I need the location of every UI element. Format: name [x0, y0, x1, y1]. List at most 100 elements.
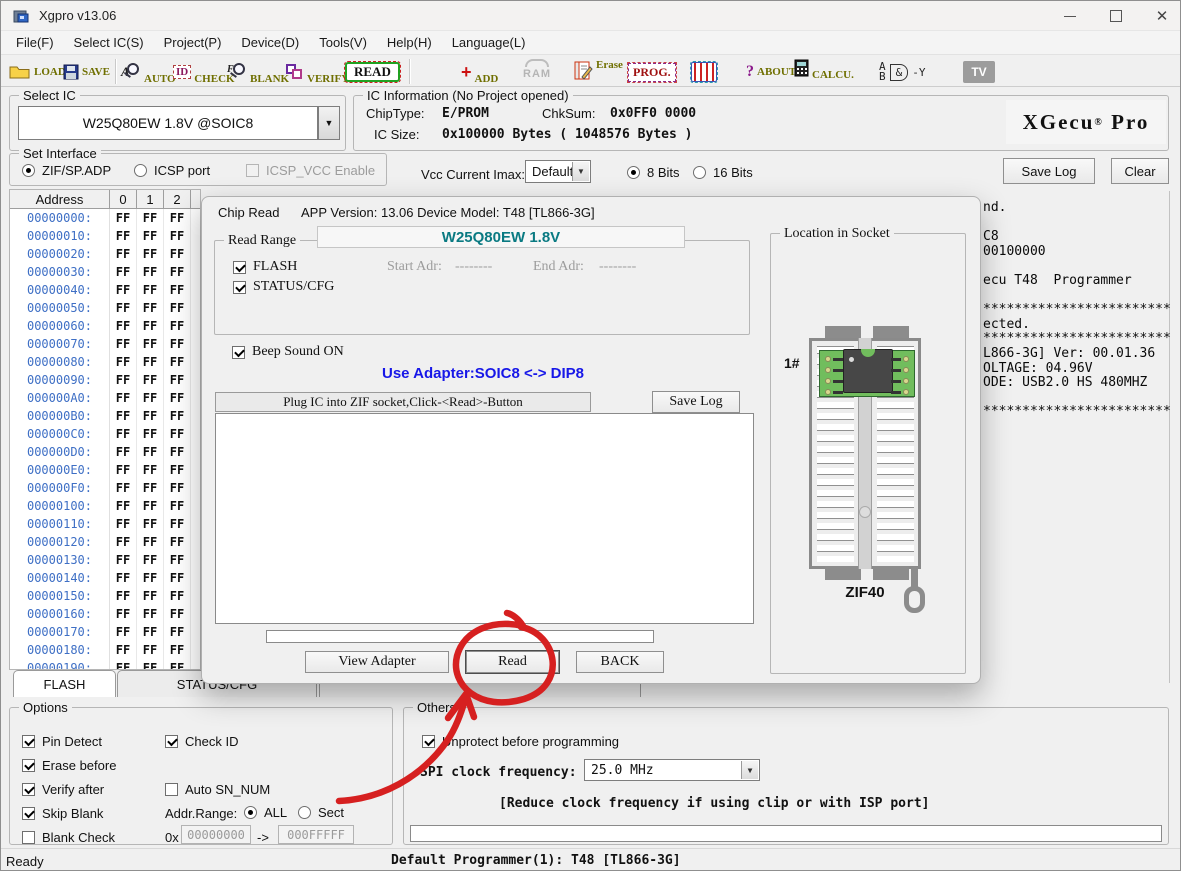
hex-byte-cell[interactable]: FF [110, 425, 137, 443]
blank-check-button[interactable]: FF BLANK [229, 59, 289, 85]
hex-byte-cell[interactable]: FF [110, 245, 137, 263]
back-button[interactable]: BACK [576, 651, 664, 673]
load-button[interactable]: LOAD [9, 59, 66, 85]
verify-after-checkbox[interactable]: Verify after [22, 782, 104, 797]
auto-button[interactable]: A AUTO [123, 59, 176, 85]
add-button[interactable]: + ADD [461, 59, 498, 85]
hex-byte-cell[interactable]: FF [164, 371, 191, 389]
spi-frequency-dropdown[interactable]: 25.0 MHz ▼ [584, 759, 760, 781]
save-log-button-dialog[interactable]: Save Log [652, 391, 740, 413]
maximize-button[interactable] [1093, 1, 1139, 31]
auto-sn-checkbox[interactable]: Auto SN_NUM [165, 782, 270, 797]
hex-byte-cell[interactable]: FF [164, 479, 191, 497]
hex-byte-cell[interactable]: FF [110, 335, 137, 353]
hex-byte-cell[interactable]: FF [137, 299, 164, 317]
hex-byte-cell[interactable]: FF [137, 263, 164, 281]
hex-byte-cell[interactable]: FF [137, 605, 164, 623]
view-adapter-button[interactable]: View Adapter [305, 651, 449, 673]
skip-blank-checkbox[interactable]: Skip Blank [22, 806, 103, 821]
hex-byte-cell[interactable]: FF [164, 209, 191, 227]
hex-byte-cell[interactable]: FF [164, 569, 191, 587]
hex-byte-cell[interactable]: FF [110, 353, 137, 371]
hex-byte-cell[interactable]: FF [137, 353, 164, 371]
hex-byte-cell[interactable]: FF [137, 227, 164, 245]
hex-byte-cell[interactable]: FF [164, 263, 191, 281]
save-log-button-main[interactable]: Save Log [1003, 158, 1095, 184]
menu-select-ic[interactable]: Select IC(S) [65, 33, 153, 52]
menu-language[interactable]: Language(L) [443, 33, 535, 52]
menu-tools[interactable]: Tools(V) [310, 33, 376, 52]
hex-byte-cell[interactable]: FF [137, 533, 164, 551]
hex-byte-cell[interactable]: FF [137, 497, 164, 515]
hex-byte-cell[interactable]: FF [110, 641, 137, 659]
hex-byte-cell[interactable]: FF [137, 245, 164, 263]
hex-byte-cell[interactable]: FF [137, 659, 164, 670]
ic-test-button[interactable] [691, 59, 717, 85]
hex-byte-cell[interactable]: FF [137, 209, 164, 227]
hex-byte-cell[interactable]: FF [137, 623, 164, 641]
hex-byte-cell[interactable]: FF [110, 209, 137, 227]
hex-byte-cell[interactable]: FF [110, 227, 137, 245]
hex-byte-cell[interactable]: FF [110, 623, 137, 641]
hex-byte-cell[interactable]: FF [137, 317, 164, 335]
hex-byte-cell[interactable]: FF [164, 353, 191, 371]
vcc-dropdown-arrow[interactable]: ▼ [572, 162, 589, 181]
hex-byte-cell[interactable]: FF [164, 443, 191, 461]
logic-gate-button[interactable]: AB & -Y [879, 59, 926, 85]
unprotect-checkbox[interactable]: Unprotect before programming [422, 734, 619, 749]
hex-byte-cell[interactable]: FF [110, 479, 137, 497]
addr-to-field[interactable]: 000FFFFF [278, 825, 354, 844]
clear-button[interactable]: Clear [1111, 158, 1169, 184]
about-button[interactable]: ? ABOUT [746, 59, 796, 85]
read-button-toolbar[interactable]: READ [345, 59, 400, 85]
hex-byte-cell[interactable]: FF [110, 443, 137, 461]
ram-button[interactable]: RAM [523, 59, 551, 85]
hex-byte-cell[interactable]: FF [110, 371, 137, 389]
hex-byte-cell[interactable]: FF [137, 461, 164, 479]
flash-checkbox[interactable]: FLASH [233, 259, 297, 275]
hex-byte-cell[interactable]: FF [164, 281, 191, 299]
ic-combobox[interactable]: W25Q80EW 1.8V @SOIC8 [18, 106, 318, 140]
hex-byte-cell[interactable]: FF [164, 425, 191, 443]
calculator-button[interactable]: CALCU. [794, 59, 854, 85]
addr-from-field[interactable]: 00000000 [181, 825, 251, 844]
hex-byte-cell[interactable]: FF [164, 461, 191, 479]
erase-button[interactable]: Erase [573, 59, 623, 85]
hex-byte-cell[interactable]: FF [110, 497, 137, 515]
hex-byte-cell[interactable]: FF [137, 407, 164, 425]
hex-byte-cell[interactable]: FF [137, 515, 164, 533]
hex-byte-cell[interactable]: FF [164, 641, 191, 659]
read-button[interactable]: Read [466, 651, 559, 673]
hex-byte-cell[interactable]: FF [137, 443, 164, 461]
hex-byte-cell[interactable]: FF [137, 551, 164, 569]
hex-byte-cell[interactable]: FF [110, 551, 137, 569]
icsp-vcc-checkbox[interactable]: ICSP_VCC Enable [246, 163, 375, 178]
hex-byte-cell[interactable]: FF [164, 605, 191, 623]
hex-byte-cell[interactable]: FF [110, 659, 137, 670]
hex-byte-cell[interactable]: FF [137, 587, 164, 605]
hex-byte-cell[interactable]: FF [137, 569, 164, 587]
hex-byte-cell[interactable]: FF [137, 479, 164, 497]
bits16-radio[interactable]: 16 Bits [693, 165, 753, 180]
hex-byte-cell[interactable]: FF [110, 317, 137, 335]
hex-byte-cell[interactable]: FF [137, 389, 164, 407]
hex-byte-cell[interactable]: FF [164, 659, 191, 670]
hex-byte-cell[interactable]: FF [164, 551, 191, 569]
hex-byte-cell[interactable]: FF [110, 533, 137, 551]
pin-detect-checkbox[interactable]: Pin Detect [22, 734, 102, 749]
vcc-dropdown[interactable]: Default ▼ [525, 160, 591, 183]
erase-before-checkbox[interactable]: Erase before [22, 758, 116, 773]
hex-byte-cell[interactable]: FF [164, 623, 191, 641]
blank-check-checkbox[interactable]: Blank Check [22, 830, 115, 845]
hex-byte-cell[interactable]: FF [137, 335, 164, 353]
hex-byte-cell[interactable]: FF [110, 389, 137, 407]
hex-byte-cell[interactable]: FF [137, 371, 164, 389]
bits8-radio[interactable]: 8 Bits [627, 165, 680, 180]
hex-byte-cell[interactable]: FF [110, 605, 137, 623]
status-cfg-checkbox[interactable]: STATUS/CFG [233, 279, 334, 295]
menu-device[interactable]: Device(D) [232, 33, 308, 52]
minimize-button[interactable] [1047, 1, 1093, 31]
hex-byte-cell[interactable]: FF [164, 587, 191, 605]
hex-byte-cell[interactable]: FF [164, 515, 191, 533]
addr-sect-radio[interactable]: Sect [298, 805, 344, 820]
